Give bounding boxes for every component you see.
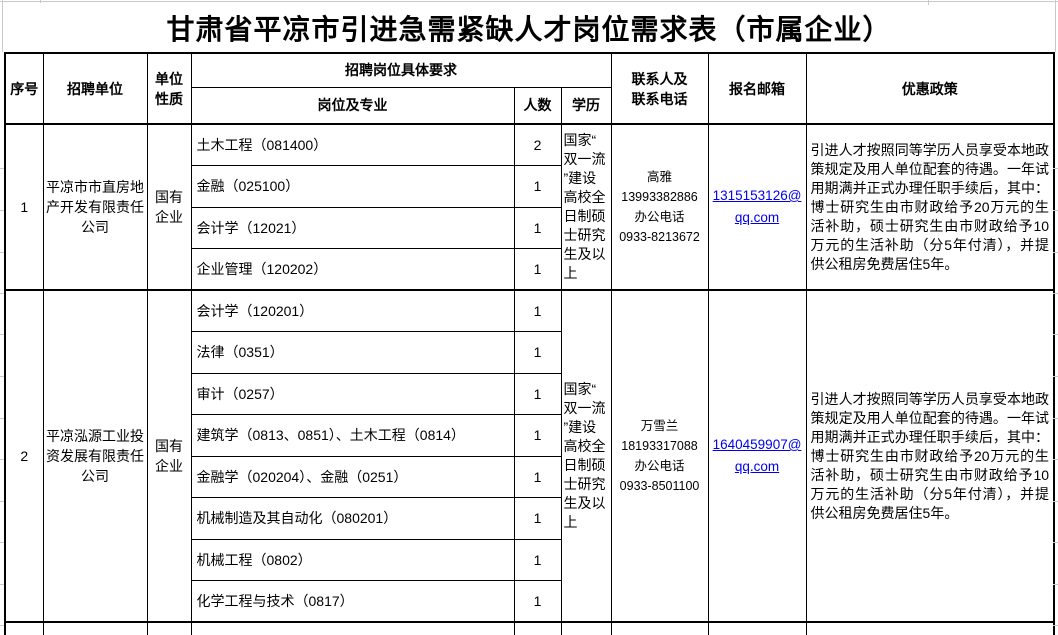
gridline-stub xyxy=(1053,210,1058,211)
empty-cell xyxy=(43,622,147,635)
empty-cell xyxy=(806,622,1054,635)
count-cell: 1 xyxy=(514,498,561,540)
empty-cell xyxy=(611,622,708,635)
gridline-stub xyxy=(1053,376,1058,377)
email-cell: 1640459907@qq.com xyxy=(708,290,806,622)
header-seq: 序号 xyxy=(5,53,43,124)
gridline-stub xyxy=(1053,459,1058,460)
count-cell: 2 xyxy=(514,124,561,166)
gridline-stub xyxy=(1053,625,1058,626)
spreadsheet-canvas: 甘肃省平凉市引进急需紧缺人才岗位需求表（市属企业） 序号 招聘单位 单位 性质 … xyxy=(0,0,1058,635)
empty-cell xyxy=(708,622,806,635)
header-contact: 联系人及 联系电话 xyxy=(611,53,708,124)
gridline-stub xyxy=(0,584,4,585)
gridline-stub xyxy=(1053,293,1058,294)
gridline-stub xyxy=(0,293,4,294)
count-cell: 1 xyxy=(514,373,561,415)
position-cell: 化学工程与技术（0817） xyxy=(191,581,514,623)
header-policy: 优惠政策 xyxy=(806,53,1054,124)
gridline-stub xyxy=(0,501,4,502)
policy-cell: 引进人才按照同等学历人员享受本地政策规定及用人单位配套的待遇。一年试用期满并正式… xyxy=(806,290,1054,622)
count-cell: 1 xyxy=(514,207,561,249)
contact-cell: 万雪兰 18193317088 办公电话 0933-8501100 xyxy=(611,290,708,622)
company-name-cell: 平凉泓源工业投资发展有限责任公司 xyxy=(43,290,147,622)
position-cell: 法律（0351） xyxy=(191,332,514,374)
education-cell: 国家“双一流”建设高校全日制硕士研究生及以上 xyxy=(561,290,611,622)
company-nature-cell: 国有 企业 xyxy=(147,124,191,290)
email-link[interactable]: 1640459907@qq.com xyxy=(713,437,802,474)
gridline-stub xyxy=(0,542,4,543)
empty-cell xyxy=(5,622,43,635)
gridline xyxy=(40,0,41,3)
count-cell: 1 xyxy=(514,166,561,208)
position-cell: 审计（0257） xyxy=(191,373,514,415)
empty-cell xyxy=(147,622,191,635)
gridline-stub xyxy=(0,334,4,335)
contact-cell: 高雅 13993382886 办公电话 0933-8213672 xyxy=(611,124,708,290)
gridline-stub xyxy=(1053,418,1058,419)
count-cell: 1 xyxy=(514,332,561,374)
count-cell: 1 xyxy=(514,456,561,498)
header-education: 学历 xyxy=(561,87,611,124)
count-cell: 1 xyxy=(514,415,561,457)
header-unit: 招聘单位 xyxy=(43,53,147,124)
position-cell: 企业管理（120202） xyxy=(191,249,514,291)
seq-cell: 2 xyxy=(5,290,43,622)
gridline-stub xyxy=(0,376,4,377)
header-position: 岗位及专业 xyxy=(191,87,514,124)
gridline-stub xyxy=(1053,334,1058,335)
page-title: 甘肃省平凉市引进急需紧缺人才岗位需求表（市属企业） xyxy=(0,8,1058,52)
header-email: 报名邮箱 xyxy=(708,53,806,124)
policy-cell: 引进人才按照同等学历人员享受本地政策规定及用人单位配套的待遇。一年试用期满并正式… xyxy=(806,124,1054,290)
company-nature-cell: 国有 企业 xyxy=(147,290,191,622)
count-cell: 1 xyxy=(514,539,561,581)
position-cell: 机械工程（0802） xyxy=(191,539,514,581)
position-cell: 机械制造及其自动化（080201） xyxy=(191,498,514,540)
position-cell: 金融学（020204）、金融（0251） xyxy=(191,456,514,498)
empty-cell xyxy=(561,622,611,635)
gridline-stub xyxy=(1053,168,1058,169)
header-nature: 单位 性质 xyxy=(147,53,191,124)
position-cell: 建筑学（0813、0851）、土木工程（0814） xyxy=(191,415,514,457)
gridline-stub xyxy=(1053,542,1058,543)
gridline-stub xyxy=(1053,584,1058,585)
empty-cell xyxy=(514,622,561,635)
count-cell: 1 xyxy=(514,290,561,332)
gridline-stub xyxy=(0,252,4,253)
recruitment-table: 序号 招聘单位 单位 性质 招聘岗位具体要求 联系人及 联系电话 报名邮箱 优惠… xyxy=(4,52,1055,635)
position-cell: 土木工程（081400） xyxy=(191,124,514,166)
gridline-stub xyxy=(1053,501,1058,502)
position-cell: 金融（025100） xyxy=(191,166,514,208)
gridline-stub xyxy=(0,625,4,626)
gridline-stub xyxy=(0,459,4,460)
gridline xyxy=(928,0,929,5)
gridline-stub xyxy=(0,168,4,169)
gridline xyxy=(0,1,1058,2)
email-cell: 1315153126@qq.com xyxy=(708,124,806,290)
count-cell: 1 xyxy=(514,249,561,291)
header-count: 人数 xyxy=(514,87,561,124)
gridline-stub xyxy=(1053,252,1058,253)
position-cell: 会计学（12021） xyxy=(191,207,514,249)
company-name-cell: 平凉市市直房地产开发有限责任公司 xyxy=(43,124,147,290)
education-cell: 国家“双一流”建设高校全日制硕士研究生及以上 xyxy=(561,124,611,290)
gridline-stub xyxy=(0,418,4,419)
email-link[interactable]: 1315153126@qq.com xyxy=(713,188,802,225)
count-cell: 1 xyxy=(514,581,561,623)
position-cell: 会计学（120201） xyxy=(191,290,514,332)
seq-cell: 1 xyxy=(5,124,43,290)
header-requirements: 招聘岗位具体要求 xyxy=(191,53,611,87)
empty-cell xyxy=(191,622,514,635)
gridline-stub xyxy=(0,210,4,211)
